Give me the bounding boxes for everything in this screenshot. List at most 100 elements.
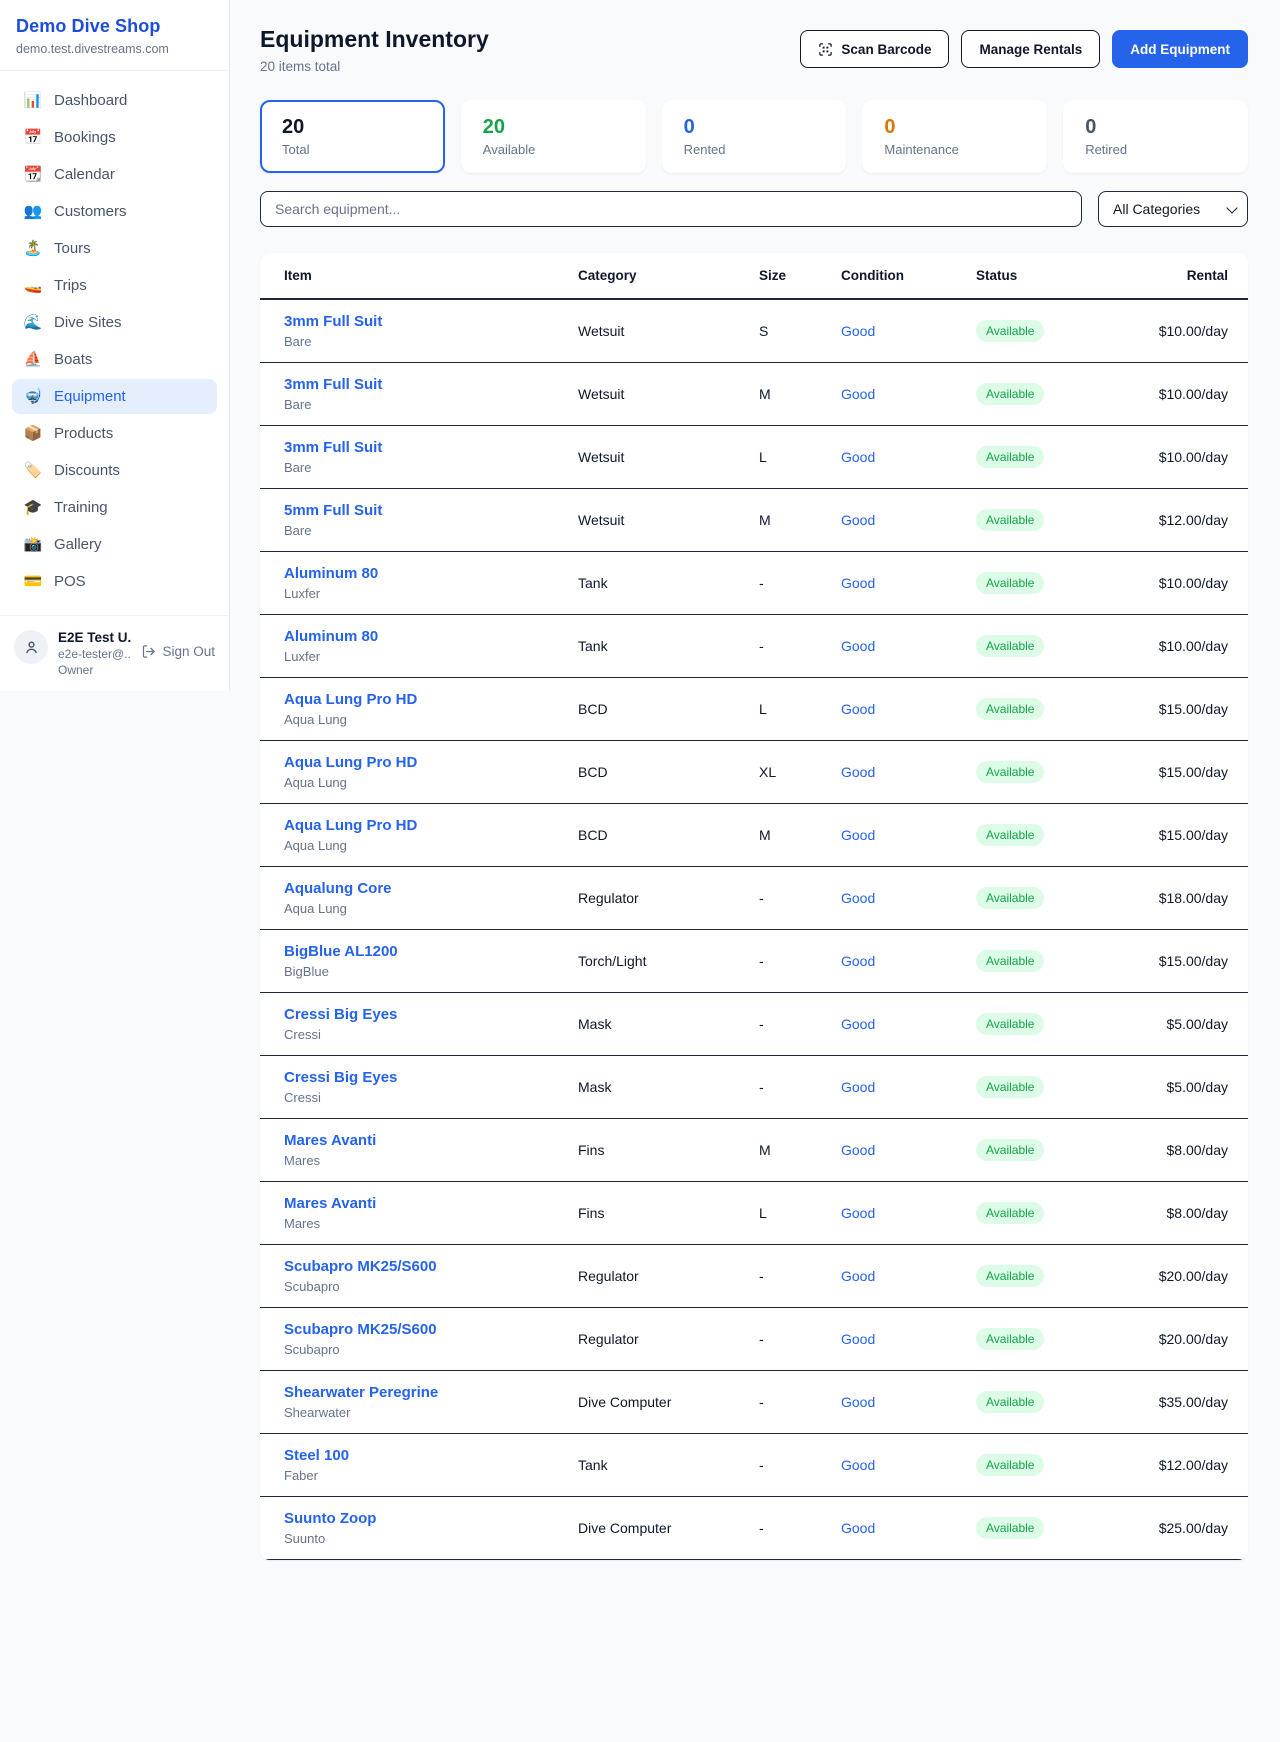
condition-link[interactable]: Good — [841, 575, 875, 591]
condition-link[interactable]: Good — [841, 953, 875, 969]
item-link[interactable]: 3mm Full Suit — [284, 439, 382, 456]
item-link[interactable]: Aqua Lung Pro HD — [284, 817, 417, 834]
sidebar-item-pos[interactable]: 💳 POS — [12, 564, 217, 599]
cell-item: Cressi Big Eyes Cressi — [260, 1056, 568, 1119]
sidebar-item-products[interactable]: 📦 Products — [12, 416, 217, 451]
condition-link[interactable]: Good — [841, 890, 875, 906]
item-link[interactable]: 3mm Full Suit — [284, 313, 382, 330]
condition-link[interactable]: Good — [841, 386, 875, 402]
item-link[interactable]: 3mm Full Suit — [284, 376, 382, 393]
table-row: Cressi Big Eyes Cressi Mask - Good Avail… — [260, 1056, 1248, 1119]
item-link[interactable]: Suunto Zoop — [284, 1510, 376, 1527]
col-condition: Condition — [831, 253, 966, 299]
item-link[interactable]: Shearwater Peregrine — [284, 1384, 438, 1401]
item-link[interactable]: Mares Avanti — [284, 1195, 376, 1212]
cell-rental: $8.00/day — [1116, 1182, 1248, 1245]
condition-link[interactable]: Good — [841, 1331, 875, 1347]
sidebar-item-equipment[interactable]: 🤿 Equipment — [12, 379, 217, 414]
condition-link[interactable]: Good — [841, 1268, 875, 1284]
sidebar-item-boats[interactable]: ⛵ Boats — [12, 342, 217, 377]
condition-link[interactable]: Good — [841, 764, 875, 780]
item-link[interactable]: Mares Avanti — [284, 1132, 376, 1149]
cell-condition: Good — [831, 993, 966, 1056]
table-row: Aluminum 80 Luxfer Tank - Good Available… — [260, 615, 1248, 678]
item-link[interactable]: Steel 100 — [284, 1447, 349, 1464]
item-brand: BigBlue — [284, 964, 558, 979]
cell-status: Available — [966, 1182, 1116, 1245]
status-badge: Available — [976, 635, 1044, 657]
sidebar-item-gallery[interactable]: 📸 Gallery — [12, 527, 217, 562]
sidebar-item-dive-sites[interactable]: 🌊 Dive Sites — [12, 305, 217, 340]
item-link[interactable]: Cressi Big Eyes — [284, 1069, 397, 1086]
condition-link[interactable]: Good — [841, 1205, 875, 1221]
condition-link[interactable]: Good — [841, 1079, 875, 1095]
condition-link[interactable]: Good — [841, 1016, 875, 1032]
cell-rental: $12.00/day — [1116, 489, 1248, 552]
condition-link[interactable]: Good — [841, 1520, 875, 1536]
add-equipment-button[interactable]: Add Equipment — [1112, 30, 1248, 68]
manage-rentals-button[interactable]: Manage Rentals — [961, 30, 1100, 68]
sidebar-item-customers[interactable]: 👥 Customers — [12, 194, 217, 229]
stat-value: 20 — [483, 115, 624, 139]
condition-link[interactable]: Good — [841, 1142, 875, 1158]
item-brand: Bare — [284, 334, 558, 349]
item-link[interactable]: Aluminum 80 — [284, 628, 378, 645]
scan-barcode-button[interactable]: Scan Barcode — [800, 30, 949, 68]
item-link[interactable]: BigBlue AL1200 — [284, 943, 398, 960]
items-total-count: 20 items total — [260, 59, 489, 74]
item-link[interactable]: Aluminum 80 — [284, 565, 378, 582]
sidebar-item-bookings[interactable]: 📅 Bookings — [12, 120, 217, 155]
col-category: Category — [568, 253, 749, 299]
brand-title[interactable]: Demo Dive Shop — [16, 16, 213, 37]
sidebar-item-label: Gallery — [54, 536, 102, 553]
sidebar-item-tours[interactable]: 🏝️ Tours — [12, 231, 217, 266]
cell-rental: $25.00/day — [1116, 1497, 1248, 1560]
sidebar-item-training[interactable]: 🎓 Training — [12, 490, 217, 525]
condition-link[interactable]: Good — [841, 827, 875, 843]
item-link[interactable]: Scubapro MK25/S600 — [284, 1258, 437, 1275]
condition-link[interactable]: Good — [841, 1394, 875, 1410]
search-input[interactable] — [260, 191, 1082, 227]
condition-link[interactable]: Good — [841, 638, 875, 654]
category-select[interactable]: All Categories — [1098, 191, 1248, 227]
stat-value: 0 — [884, 115, 1025, 139]
condition-link[interactable]: Good — [841, 701, 875, 717]
stat-label: Retired — [1085, 142, 1226, 157]
sidebar-item-discounts[interactable]: 🏷️ Discounts — [12, 453, 217, 488]
item-link[interactable]: Aqualung Core — [284, 880, 392, 897]
sidebar-item-calendar[interactable]: 📆 Calendar — [12, 157, 217, 192]
cell-rental: $15.00/day — [1116, 804, 1248, 867]
sidebar-item-trips[interactable]: 🚤 Trips — [12, 268, 217, 303]
stat-card[interactable]: 0 Retired — [1063, 100, 1248, 173]
stat-card[interactable]: 0 Rented — [662, 100, 847, 173]
cell-size: XL — [749, 741, 831, 804]
stat-card[interactable]: 20 Available — [461, 100, 646, 173]
cell-status: Available — [966, 1308, 1116, 1371]
condition-link[interactable]: Good — [841, 1457, 875, 1473]
item-link[interactable]: 5mm Full Suit — [284, 502, 382, 519]
condition-link[interactable]: Good — [841, 323, 875, 339]
item-link[interactable]: Aqua Lung Pro HD — [284, 691, 417, 708]
stat-card[interactable]: 0 Maintenance — [862, 100, 1047, 173]
item-link[interactable]: Cressi Big Eyes — [284, 1006, 397, 1023]
cell-rental: $10.00/day — [1116, 552, 1248, 615]
condition-link[interactable]: Good — [841, 512, 875, 528]
sign-out-button[interactable]: Sign Out — [141, 630, 215, 659]
sidebar-item-dashboard[interactable]: 📊 Dashboard — [12, 83, 217, 118]
condition-link[interactable]: Good — [841, 449, 875, 465]
cell-category: Tank — [568, 1434, 749, 1497]
item-link[interactable]: Aqua Lung Pro HD — [284, 754, 417, 771]
table-row: Mares Avanti Mares Fins M Good Available… — [260, 1119, 1248, 1182]
cell-rental: $12.00/day — [1116, 1434, 1248, 1497]
cell-size: L — [749, 426, 831, 489]
cell-item: Cressi Big Eyes Cressi — [260, 993, 568, 1056]
cell-condition: Good — [831, 1182, 966, 1245]
cell-category: Mask — [568, 1056, 749, 1119]
table-row: Aluminum 80 Luxfer Tank - Good Available… — [260, 552, 1248, 615]
stat-card[interactable]: 20 Total — [260, 100, 445, 173]
item-link[interactable]: Scubapro MK25/S600 — [284, 1321, 437, 1338]
person-icon — [23, 639, 40, 656]
cell-condition: Good — [831, 552, 966, 615]
package-icon: 📦 — [23, 426, 43, 441]
cell-condition: Good — [831, 930, 966, 993]
